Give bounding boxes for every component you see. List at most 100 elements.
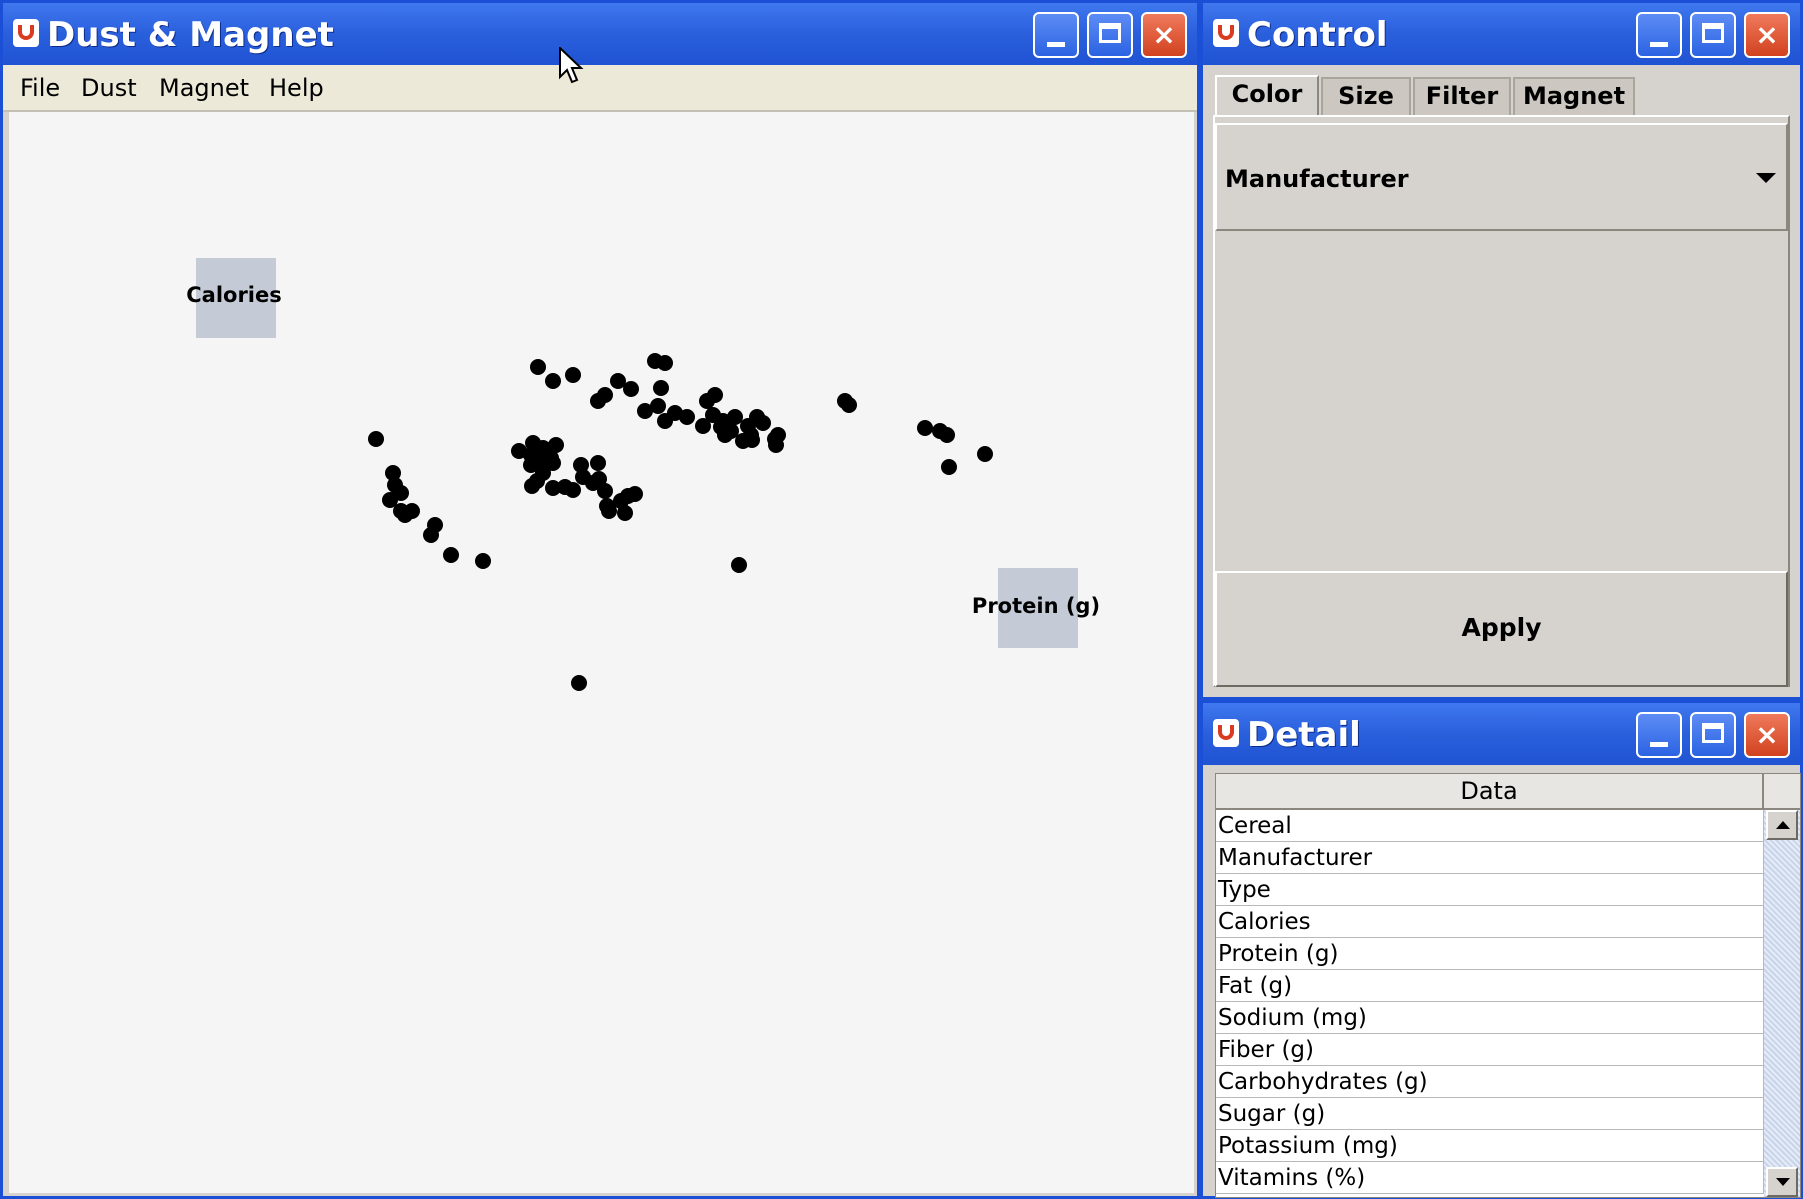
dust-particle[interactable] bbox=[617, 505, 633, 521]
dust-particle[interactable] bbox=[475, 553, 491, 569]
close-icon: × bbox=[1755, 18, 1779, 51]
menu-file[interactable]: File bbox=[20, 74, 60, 102]
minimize-icon bbox=[1047, 42, 1065, 47]
dust-particle[interactable] bbox=[637, 403, 653, 419]
table-row[interactable]: Fiber (g) bbox=[1216, 1034, 1764, 1066]
detail-titlebar[interactable]: Detail × bbox=[1203, 703, 1800, 765]
dust-particle[interactable] bbox=[597, 483, 613, 499]
dust-particle[interactable] bbox=[627, 486, 643, 502]
dust-particle[interactable] bbox=[545, 373, 561, 389]
control-window-title: Control bbox=[1247, 15, 1388, 55]
table-row[interactable]: Type bbox=[1216, 874, 1764, 906]
detail-table: Data Cereal Manufacturer Type Calories Prote… bbox=[1215, 773, 1801, 1198]
table-row[interactable]: Manufacturer bbox=[1216, 842, 1764, 874]
dust-particle[interactable] bbox=[590, 455, 606, 471]
close-button[interactable]: × bbox=[1744, 712, 1790, 758]
menu-magnet[interactable]: Magnet bbox=[159, 74, 249, 102]
table-row[interactable]: Sodium (mg) bbox=[1216, 1002, 1764, 1034]
minimize-button[interactable] bbox=[1636, 12, 1682, 58]
dust-particle[interactable] bbox=[653, 380, 669, 396]
dust-particle[interactable] bbox=[565, 367, 581, 383]
dust-particle[interactable] bbox=[530, 359, 546, 375]
tab-size[interactable]: Size bbox=[1321, 77, 1411, 115]
dust-particle[interactable] bbox=[749, 409, 765, 425]
main-titlebar[interactable]: Dust & Magnet × bbox=[3, 3, 1197, 65]
table-row[interactable]: Protein (g) bbox=[1216, 938, 1764, 970]
scroll-up-icon[interactable] bbox=[1766, 810, 1798, 840]
table-corner bbox=[1764, 774, 1800, 810]
column-header-data[interactable]: Data bbox=[1216, 774, 1764, 810]
dust-particle[interactable] bbox=[841, 397, 857, 413]
dust-particle[interactable] bbox=[623, 381, 639, 397]
table-row[interactable]: Potassium (mg) bbox=[1216, 1130, 1764, 1162]
dust-particle[interactable] bbox=[695, 418, 711, 434]
minimize-icon bbox=[1650, 42, 1668, 47]
dust-particle[interactable] bbox=[571, 675, 587, 691]
dust-particle[interactable] bbox=[977, 446, 993, 462]
maximize-icon bbox=[1702, 23, 1724, 43]
close-button[interactable]: × bbox=[1141, 12, 1187, 58]
table-row[interactable]: Carbohydrates (g) bbox=[1216, 1066, 1764, 1098]
dust-particle[interactable] bbox=[768, 437, 784, 453]
color-attribute-value: Manufacturer bbox=[1225, 165, 1409, 193]
close-icon: × bbox=[1152, 18, 1176, 51]
vertical-scrollbar[interactable] bbox=[1764, 810, 1800, 1197]
dust-particle[interactable] bbox=[524, 478, 540, 494]
control-titlebar[interactable]: Control × bbox=[1203, 3, 1800, 65]
mouse-cursor-icon bbox=[559, 47, 584, 84]
dust-particle[interactable] bbox=[657, 413, 673, 429]
table-row[interactable]: Fat (g) bbox=[1216, 970, 1764, 1002]
dust-particle[interactable] bbox=[599, 498, 615, 514]
main-window: Dust & Magnet × File Dust Magnet Help Ca… bbox=[0, 0, 1200, 1199]
dust-particle[interactable] bbox=[707, 387, 723, 403]
dust-particle[interactable] bbox=[744, 432, 760, 448]
magnet-calories-label: Calories bbox=[186, 283, 282, 307]
dust-particle[interactable] bbox=[917, 420, 933, 436]
magnet-protein-label: Protein (g) bbox=[971, 594, 1101, 618]
magnet-app-icon bbox=[1213, 719, 1239, 747]
magnet-app-icon bbox=[1213, 19, 1239, 47]
dust-particle[interactable] bbox=[941, 459, 957, 475]
control-window: Control × Color Size Filter Magnet Manuf… bbox=[1200, 0, 1803, 700]
close-button[interactable]: × bbox=[1744, 12, 1790, 58]
dust-particle[interactable] bbox=[423, 527, 439, 543]
menu-help[interactable]: Help bbox=[269, 74, 324, 102]
minimize-button[interactable] bbox=[1636, 712, 1682, 758]
maximize-icon bbox=[1702, 723, 1724, 743]
dust-particle[interactable] bbox=[590, 393, 606, 409]
dust-particle[interactable] bbox=[543, 450, 559, 466]
dust-particle[interactable] bbox=[939, 427, 955, 443]
table-row[interactable]: Calories bbox=[1216, 906, 1764, 938]
dust-particle[interactable] bbox=[573, 457, 589, 473]
minimize-icon bbox=[1650, 742, 1668, 747]
dust-canvas[interactable]: Calories Protein (g) bbox=[9, 112, 1194, 1193]
tab-magnet[interactable]: Magnet bbox=[1513, 77, 1635, 115]
magnet-app-icon bbox=[13, 19, 39, 47]
maximize-button[interactable] bbox=[1690, 712, 1736, 758]
maximize-button[interactable] bbox=[1690, 12, 1736, 58]
table-row[interactable]: Vitamins (%) bbox=[1216, 1162, 1764, 1194]
maximize-button[interactable] bbox=[1087, 12, 1133, 58]
tab-filter[interactable]: Filter bbox=[1413, 77, 1511, 115]
dust-particle[interactable] bbox=[731, 557, 747, 573]
dust-particle[interactable] bbox=[443, 547, 459, 563]
scroll-down-icon[interactable] bbox=[1766, 1167, 1798, 1197]
close-icon: × bbox=[1755, 718, 1779, 751]
minimize-button[interactable] bbox=[1033, 12, 1079, 58]
dust-particle[interactable] bbox=[397, 507, 413, 523]
dust-particle[interactable] bbox=[679, 409, 695, 425]
dust-particle[interactable] bbox=[717, 427, 733, 443]
dust-particle[interactable] bbox=[565, 482, 581, 498]
detail-window-title: Detail bbox=[1247, 715, 1361, 755]
apply-button[interactable]: Apply bbox=[1215, 571, 1788, 687]
main-window-title: Dust & Magnet bbox=[47, 15, 334, 55]
detail-window: Detail × Data Cereal Manufacturer Type Calo… bbox=[1200, 700, 1803, 1199]
dust-particle[interactable] bbox=[657, 355, 673, 371]
chevron-down-icon bbox=[1756, 173, 1776, 183]
dust-particle[interactable] bbox=[368, 431, 384, 447]
table-row[interactable]: Cereal bbox=[1216, 810, 1764, 842]
tab-color[interactable]: Color bbox=[1215, 75, 1319, 115]
color-attribute-dropdown[interactable]: Manufacturer bbox=[1215, 123, 1788, 231]
table-row[interactable]: Sugar (g) bbox=[1216, 1098, 1764, 1130]
menu-dust[interactable]: Dust bbox=[81, 74, 137, 102]
